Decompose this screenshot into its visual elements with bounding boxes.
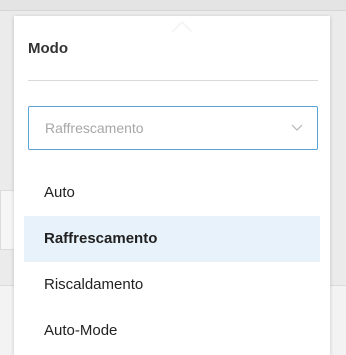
menu-item-raffrescamento[interactable]: Raffrescamento	[24, 216, 320, 262]
mode-dropdown-menu: Auto Raffrescamento Riscaldamento Auto-M…	[24, 170, 320, 354]
title-divider	[28, 80, 318, 81]
chevron-down-icon	[291, 124, 303, 131]
menu-item-auto-mode[interactable]: Auto-Mode	[24, 308, 320, 354]
mode-select-value: Raffrescamento	[45, 120, 144, 136]
mode-popover: Modo Raffrescamento Auto Raffrescamento …	[14, 16, 330, 355]
popover-title: Modo	[28, 40, 68, 57]
background-header	[0, 0, 346, 10]
mode-select[interactable]: Raffrescamento	[28, 106, 318, 150]
menu-item-auto[interactable]: Auto	[24, 170, 320, 216]
popover-caret	[172, 23, 192, 43]
menu-item-riscaldamento[interactable]: Riscaldamento	[24, 262, 320, 308]
background-divider	[0, 10, 346, 11]
